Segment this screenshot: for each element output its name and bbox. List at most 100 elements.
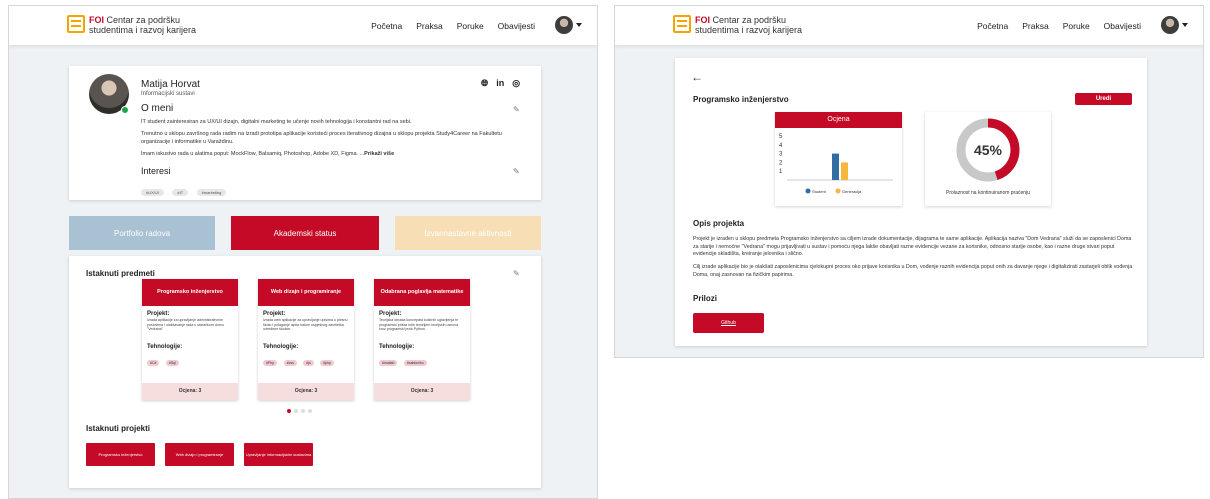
chevron-down-icon[interactable]	[1182, 23, 1188, 27]
nav-item-poruke[interactable]: Poruke	[1063, 21, 1090, 31]
project-button[interactable]: Upravljanje informacijskim sustavima	[244, 443, 313, 466]
carousel-dots	[287, 409, 312, 413]
nav-item-obavijesti[interactable]: Obavijesti	[1104, 21, 1141, 31]
grade-bar-chart: 1 2 3 4 5 Student Generacija	[779, 134, 893, 194]
tab-academic-status[interactable]: Akademski status	[231, 216, 379, 250]
project-label: Projekt:	[147, 311, 170, 317]
about-title: O meni	[141, 103, 174, 114]
project-detail-screen: FOI Centar za podršku studentima i razvo…	[614, 5, 1204, 358]
carousel-dot[interactable]	[308, 409, 312, 413]
tech-label: Tehnologije:	[263, 344, 299, 350]
chevron-down-icon[interactable]	[576, 23, 582, 27]
logo-line1: Centar za podršku	[106, 15, 181, 25]
logo-brand: FOI	[695, 15, 710, 25]
gauge-percent-label: 45%	[974, 142, 1003, 158]
edit-about-icon[interactable]: ✎	[513, 106, 521, 114]
tech-label: Tehnologije:	[379, 344, 415, 350]
tech-tag: #css	[283, 360, 297, 366]
tech-tag: #Sql	[165, 360, 179, 366]
subject-title: Web dizajn i programiranje	[258, 279, 354, 306]
about-text-2: Trenutno u sklopu završnog rada radim na…	[141, 131, 502, 145]
tech-tag: #js	[303, 360, 314, 366]
edit-interests-icon[interactable]: ✎	[513, 168, 521, 176]
top-navbar: FOI Centar za podršku studentima i razvo…	[9, 6, 597, 46]
subject-title: Programsko inženjerstvo	[142, 279, 238, 306]
tech-tags: #matlab #sabloniko	[379, 351, 465, 369]
user-avatar[interactable]	[555, 16, 573, 34]
logo-brand: FOI	[89, 15, 104, 25]
foi-logo-icon[interactable]	[673, 15, 691, 33]
project-button[interactable]: Web dizajn i programiranje	[165, 443, 234, 466]
social-links: 🌐︎ in ◎	[481, 78, 520, 89]
github-icon[interactable]: ◎	[512, 78, 520, 89]
project-label: Projekt:	[379, 311, 402, 317]
foi-logo-icon[interactable]	[67, 15, 85, 33]
edit-button[interactable]: Uredi	[1075, 93, 1132, 105]
project-label: Projekt:	[263, 311, 286, 317]
subject-grade: Ocjena: 3	[258, 383, 354, 400]
chart-title: Ocjena	[775, 112, 902, 128]
tab-extracurricular[interactable]: Izvannastavne aktivnosti	[395, 216, 541, 250]
user-avatar[interactable]	[1161, 16, 1179, 34]
about-text-3: Imam iskustvo rada u alatima poput: Mock…	[141, 151, 395, 157]
profile-name: Matija Horvat	[141, 79, 200, 90]
description-text-1: Projekt je izrađen u sklopu predmeta Pro…	[693, 236, 1132, 257]
back-arrow-icon[interactable]: ←	[691, 70, 703, 84]
interest-tag[interactable]: #marketing	[196, 189, 227, 196]
subject-card[interactable]: Odabrana poglavlja matematike Projekt: T…	[374, 279, 470, 400]
subject-card[interactable]: Programsko inženjerstvo Projekt: Izrada …	[142, 279, 238, 400]
project-title: Programsko inženjerstvo	[693, 95, 789, 104]
project-card: ← Programsko inženjerstvo Uredi Ocjena 1…	[675, 58, 1147, 346]
carousel-dot[interactable]	[287, 409, 291, 413]
logo-line2: studentima i razvoj karijera	[89, 25, 197, 35]
profile-card: Matija Horvat Informacijski sustavi 🌐︎ i…	[69, 66, 541, 200]
interest-tag[interactable]: #IT	[172, 189, 189, 196]
nav-item-pocetna[interactable]: Početna	[371, 21, 402, 31]
nav-item-obavijesti[interactable]: Obavijesti	[498, 21, 535, 31]
tech-tags: #Php #css #js #php	[263, 351, 349, 369]
project-text: Izrada web aplikacije za upravljanje upi…	[263, 318, 348, 332]
top-navbar: FOI Centar za podršku studentima i razvo…	[615, 6, 1203, 46]
nav-item-praksa[interactable]: Praksa	[416, 21, 442, 31]
nav-menu: Početna Praksa Poruke Obavijesti	[371, 21, 535, 31]
nav-item-praksa[interactable]: Praksa	[1022, 21, 1048, 31]
legend-label: Student	[812, 189, 827, 194]
pass-rate-card: 45% Prolaznost na kontinuiranom praćenju	[925, 112, 1051, 206]
legend-swatch	[805, 188, 811, 194]
linkedin-icon[interactable]: in	[496, 78, 504, 89]
y-tick-label: 2	[779, 160, 783, 166]
nav-item-poruke[interactable]: Poruke	[457, 21, 484, 31]
subject-title: Odabrana poglavlja matematike	[374, 279, 470, 306]
pass-rate-gauge: 45%	[956, 118, 1020, 182]
project-button[interactable]: Programsko inženjerstvo	[86, 443, 155, 466]
logo-text[interactable]: FOI Centar za podršku studentima i razvo…	[89, 15, 196, 35]
y-tick-label: 1	[779, 169, 783, 175]
interest-tag[interactable]: #UX/UI	[141, 189, 164, 196]
subject-grade: Ocjena: 3	[142, 383, 238, 400]
description-text-2: Cilj izrade aplikacije bio je olakšati z…	[693, 264, 1133, 278]
github-button[interactable]: Github	[693, 313, 764, 333]
profile-program: Informacijski sustavi	[141, 91, 195, 97]
interests-title: Interesi	[141, 166, 171, 176]
online-status-icon	[121, 106, 129, 114]
tech-tag: #php	[320, 360, 335, 366]
logo-text[interactable]: FOI Centar za podršku studentima i razvo…	[695, 15, 802, 35]
legend-label: Generacija	[842, 189, 862, 194]
legend-swatch	[835, 188, 841, 194]
y-tick-label: 4	[779, 143, 783, 149]
about-text-1: IT student zainteresiran za UX/UI dizajn…	[141, 119, 412, 125]
carousel-dot[interactable]	[294, 409, 298, 413]
edit-subjects-icon[interactable]: ✎	[513, 270, 521, 278]
tech-label: Tehnologije:	[147, 344, 183, 350]
tech-tag: #Php	[263, 360, 278, 366]
tech-tag: #sabloniko	[403, 360, 427, 366]
tab-portfolio[interactable]: Portfolio radova	[69, 216, 215, 250]
carousel-dot[interactable]	[301, 409, 305, 413]
logo-line2: studentima i razvoj karijera	[695, 25, 803, 35]
globe-icon[interactable]: 🌐︎	[481, 78, 488, 89]
featured-projects-title: Istaknuti projekti	[86, 424, 151, 433]
show-more-link[interactable]: Prikaži više	[364, 151, 394, 157]
subject-card[interactable]: Web dizajn i programiranje Projekt: Izra…	[258, 279, 354, 400]
nav-item-pocetna[interactable]: Početna	[977, 21, 1008, 31]
logo-line1: Centar za podršku	[712, 15, 787, 25]
